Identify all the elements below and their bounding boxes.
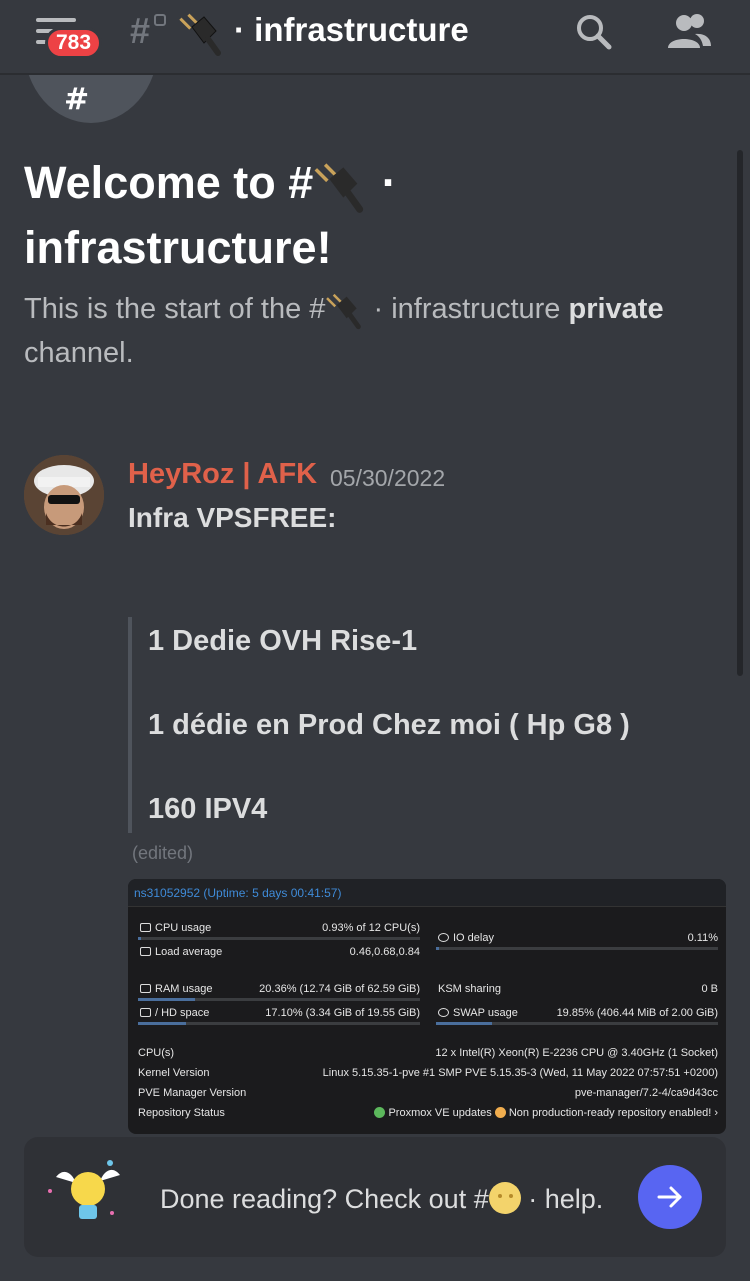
cpu-usage-label: CPU usage (140, 922, 211, 934)
banner-text: Done reading? Check out # · help. (160, 1182, 603, 1215)
disk-icon (140, 1008, 151, 1017)
message-text: Infra VPSFREE: (128, 502, 337, 533)
manager-label: PVE Manager Version (138, 1087, 247, 1099)
swap-usage-label: SWAP usage (438, 1007, 518, 1019)
search-icon[interactable] (574, 12, 614, 52)
intro-private: private (568, 293, 664, 325)
load-average-value: 0.46,0.68,0.84 (349, 946, 420, 958)
hd-space-value: 17.10% (3.34 GiB of 19.55 GiB) (265, 1007, 420, 1019)
cpus-label: CPU(s) (138, 1047, 175, 1059)
members-icon[interactable] (665, 12, 713, 52)
channel-title: · infrastructure (234, 11, 469, 48)
quote-line: 1 Dedie OVH Rise-1 (148, 625, 418, 657)
banner-prefix: Done reading? Check out # (160, 1184, 489, 1214)
channel-header: 783 # · infrastructure (0, 0, 750, 75)
repo-status: Proxmox VE updates Non production-ready … (374, 1107, 718, 1119)
ksm-sharing-value: 0 B (701, 983, 718, 995)
warning-icon (494, 1107, 506, 1118)
pve-title: ns31052952 (Uptime: 5 days 00:41:57) (134, 886, 342, 900)
ram-usage-value: 20.36% (12.74 GiB of 62.59 GiB) (259, 983, 420, 995)
kernel-value: Linux 5.15.35-1-pve #1 SMP PVE 5.15.35-3… (322, 1067, 718, 1079)
plug-emoji-icon (326, 294, 362, 330)
cpu-icon (140, 923, 151, 932)
cpus-value: 12 x Intel(R) Xeon(R) E-2236 CPU @ 3.40G… (435, 1047, 718, 1059)
message-timestamp: 05/30/2022 (330, 465, 446, 491)
done-reading-banner[interactable]: Done reading? Check out # · help. (24, 1137, 726, 1257)
swap-usage-value: 19.85% (406.44 MiB of 2.00 GiB) (556, 1007, 718, 1019)
private-channel-icon: # (130, 10, 166, 52)
welcome-prefix: Welcome to # (24, 157, 314, 208)
check-icon (374, 1107, 386, 1118)
channel-intro: This is the start of the # · infrastruct… (24, 287, 724, 375)
moon-emoji-icon (488, 1182, 521, 1214)
clock-icon (438, 933, 449, 942)
load-average-label: Load average (140, 946, 222, 958)
io-delay-value: 0.11% (687, 932, 718, 944)
arrow-right-icon (657, 1186, 682, 1208)
hd-space-bar (138, 1022, 420, 1025)
plug-emoji-icon (314, 163, 364, 213)
io-delay-bar (436, 947, 718, 950)
image-attachment[interactable]: ns31052952 (Uptime: 5 days 00:41:57) CPU… (128, 879, 726, 1134)
channel-hash-icon: # (64, 82, 90, 117)
intro-suffix: channel. (24, 337, 134, 369)
memory-icon (140, 984, 151, 993)
ram-usage-bar (138, 998, 420, 1001)
ram-usage-label: RAM usage (140, 983, 212, 995)
banner-suffix: · help. (520, 1184, 604, 1214)
welcome-heading: Welcome to # · infrastructure! (24, 150, 724, 280)
cpu-usage-bar (138, 937, 420, 940)
unread-badge: 783 (45, 27, 103, 59)
swap-usage-bar (436, 1022, 718, 1025)
lightbulb-icon (48, 1160, 120, 1219)
plug-emoji-icon (179, 13, 221, 56)
pve-header: ns31052952 (Uptime: 5 days 00:41:57) (128, 879, 726, 907)
cpu-usage-value: 0.93% of 12 CPU(s) (322, 922, 420, 934)
welcome-separator: · (369, 157, 397, 208)
edited-label: (edited) (132, 843, 194, 863)
next-channel-button[interactable] (638, 1165, 702, 1229)
message-quote: 1 Dedie OVH Rise-1 1 dédie en Prod Chez … (128, 617, 688, 833)
manager-value: pve-manager/7.2-4/ca9d43cc (574, 1087, 718, 1099)
hd-space-label: / HD space (140, 1007, 209, 1019)
ksm-sharing-label: KSM sharing (438, 983, 501, 995)
scrollbar[interactable] (737, 150, 743, 676)
intro-channel-name: · infrastructure (365, 293, 569, 325)
message-author[interactable]: HeyRoz | AFK (128, 458, 317, 491)
io-delay-label: IO delay (438, 932, 494, 944)
intro-prefix: This is the start of the # (24, 293, 326, 325)
refresh-icon (438, 1008, 449, 1017)
kernel-label: Kernel Version (138, 1067, 210, 1079)
avatar[interactable] (24, 455, 104, 535)
quote-line: 1 dédie en Prod Chez moi ( Hp G8 ) (148, 709, 630, 741)
welcome-channel-name: infrastructure! (24, 222, 332, 273)
quote-line: 160 IPV4 (148, 793, 268, 825)
repo-label: Repository Status (138, 1107, 225, 1119)
load-icon (140, 947, 151, 956)
